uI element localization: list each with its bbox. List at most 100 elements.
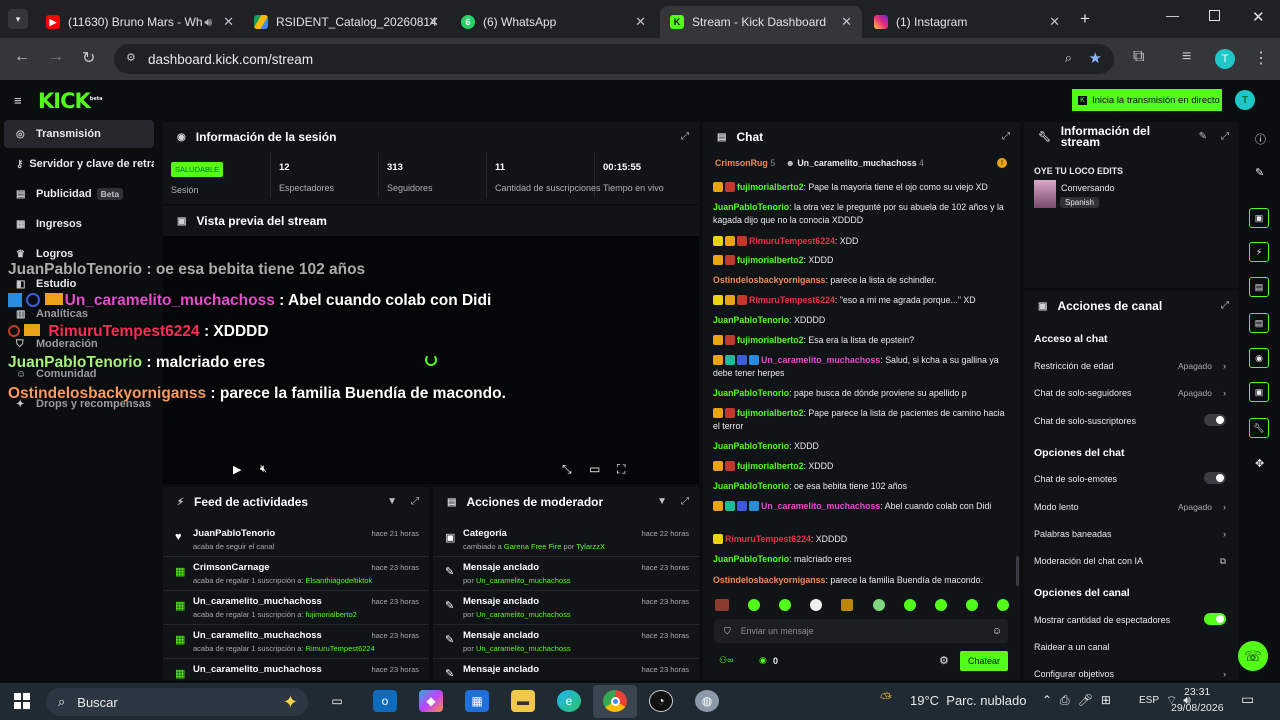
file-explorer-icon[interactable]: ▬ bbox=[511, 690, 535, 712]
close-tab-icon[interactable]: ✕ bbox=[635, 14, 646, 30]
rail-channel-icon[interactable]: ▣ bbox=[1249, 382, 1269, 402]
filter-icon[interactable]: ▼ bbox=[657, 496, 667, 507]
tab-drive[interactable]: RSIDENT_Catalog_20260814 ✕ bbox=[244, 6, 449, 38]
windows-start-icon[interactable] bbox=[14, 693, 30, 709]
play-icon[interactable]: ▶ bbox=[233, 463, 241, 476]
help-button[interactable]: ☏ bbox=[1238, 641, 1268, 671]
outlook-icon[interactable]: o bbox=[373, 690, 397, 712]
banned-words-row[interactable]: Palabras baneadas › bbox=[1034, 529, 1228, 539]
copilot-icon[interactable]: ◆ bbox=[419, 690, 443, 712]
users-icon[interactable]: ⚇∞ bbox=[719, 655, 733, 666]
emote-icon[interactable] bbox=[965, 599, 978, 611]
chat-username[interactable]: fujimorialberto2 bbox=[737, 182, 803, 192]
chat-username[interactable]: RimuruTempest6224 bbox=[725, 534, 811, 544]
rail-wrench-icon[interactable]: 🔧︎ bbox=[1249, 418, 1269, 438]
clock-date[interactable]: 29/08/2026 bbox=[1171, 702, 1224, 714]
fullscreen-icon[interactable]: ⛶ bbox=[617, 462, 625, 477]
menu-icon[interactable]: ⋮ bbox=[1253, 48, 1269, 68]
extensions-icon[interactable]: ⧉ bbox=[1133, 48, 1144, 66]
task-view-icon[interactable]: ▭ bbox=[325, 690, 349, 712]
close-tab-icon[interactable]: ✕ bbox=[1049, 14, 1060, 30]
warning-icon[interactable]: ! bbox=[997, 158, 1007, 168]
expand-icon[interactable]: ⤢ bbox=[1221, 300, 1229, 311]
edit-icon[interactable]: ✎ bbox=[1255, 166, 1264, 179]
sidebar-item-servidor[interactable]: ⚷Servidor y clave de retransmisión bbox=[4, 150, 154, 178]
tab-instagram[interactable]: (1) Instagram ✕ bbox=[864, 6, 1070, 38]
maximize-button[interactable] bbox=[1209, 10, 1220, 21]
chat-settings-icon[interactable]: ⚙ bbox=[939, 654, 949, 667]
weather-text[interactable]: 19°C Parc. nublado bbox=[910, 693, 1027, 708]
theater-icon[interactable]: ▭ bbox=[589, 462, 600, 476]
expand-icon[interactable]: ⤢ bbox=[1221, 131, 1229, 142]
followers-only-row[interactable]: Chat de solo-seguidores Apagado › bbox=[1034, 388, 1228, 398]
close-tab-icon[interactable]: ✕ bbox=[841, 14, 852, 30]
points-icon[interactable]: ◉ bbox=[759, 655, 767, 666]
rail-activity-icon[interactable]: ⚡︎ bbox=[1249, 242, 1269, 262]
emote-icon[interactable] bbox=[715, 599, 729, 611]
emote-icon[interactable] bbox=[903, 599, 916, 611]
app-icon[interactable]: ◍ bbox=[695, 690, 719, 712]
expand-icon[interactable]: ⤢ bbox=[1002, 131, 1010, 142]
store-icon[interactable]: ▦ bbox=[465, 690, 489, 712]
emote-icon[interactable] bbox=[934, 599, 947, 611]
chrome-icon[interactable] bbox=[603, 690, 627, 712]
notifications-icon[interactable]: ▭ bbox=[1241, 691, 1254, 708]
emote-icon[interactable] bbox=[779, 599, 792, 611]
goals-row[interactable]: Configurar objetivos › bbox=[1034, 669, 1228, 679]
site-info-icon[interactable]: ⚙ bbox=[126, 51, 136, 64]
chat-username[interactable]: JuanPabloTenorio bbox=[713, 315, 789, 325]
emote-only-toggle[interactable] bbox=[1204, 472, 1226, 484]
expand-icon[interactable]: ⤢ bbox=[681, 131, 689, 142]
raid-row[interactable]: Raidear a un canal bbox=[1034, 642, 1228, 652]
new-tab-button[interactable]: + bbox=[1080, 9, 1090, 29]
go-live-button[interactable]: K Inicia la transmisión en directo bbox=[1072, 89, 1222, 111]
age-restriction-row[interactable]: Restricción de edad Apagado › bbox=[1034, 361, 1228, 371]
slow-mode-row[interactable]: Modo lento Apagado › bbox=[1034, 502, 1228, 512]
chat-username[interactable]: JuanPabloTenorio bbox=[713, 554, 789, 564]
chat-username[interactable]: Un_caramelito_muchachoss bbox=[761, 501, 880, 511]
bookmark-star-icon[interactable]: ★ bbox=[1089, 49, 1102, 67]
language-indicator[interactable]: ESP bbox=[1139, 695, 1159, 706]
filter-icon[interactable]: ▼ bbox=[387, 496, 397, 507]
chat-input[interactable]: ⛉ Enviar un mensaje ☺ bbox=[714, 619, 1008, 643]
rail-chat-icon[interactable]: ▤ bbox=[1249, 313, 1269, 333]
info-icon[interactable]: ⓘ bbox=[1255, 131, 1266, 147]
profile-avatar[interactable]: T bbox=[1215, 49, 1235, 69]
obs-icon[interactable]: ◔ bbox=[649, 690, 673, 712]
clip-icon[interactable]: ⤡ bbox=[562, 462, 572, 477]
expand-icon[interactable]: ⤢ bbox=[411, 496, 419, 507]
hamburger-icon[interactable]: ≡ bbox=[14, 93, 22, 108]
close-window-button[interactable]: ✕ bbox=[1252, 8, 1265, 26]
emote-icon[interactable] bbox=[810, 599, 823, 611]
expand-icon[interactable]: ⤢ bbox=[681, 496, 689, 507]
chat-username[interactable]: Ostindelosbackyorniganss bbox=[713, 275, 825, 285]
chat-username[interactable]: RimuruTempest6224 bbox=[749, 295, 835, 305]
tray-icons[interactable]: ⌃⎙🎤︎⊞ bbox=[1042, 693, 1119, 708]
reload-icon[interactable]: ↻ bbox=[82, 48, 95, 68]
tab-search-button[interactable]: ▾ bbox=[8, 9, 28, 29]
chat-send-button[interactable]: Chatear bbox=[960, 651, 1008, 671]
sidebar-item-transmision[interactable]: ◎ Transmisión bbox=[4, 120, 154, 148]
zoom-icon[interactable]: ⌕ bbox=[1065, 50, 1072, 66]
emote-icon[interactable] bbox=[748, 599, 761, 611]
kick-logo[interactable]: KICKbeta bbox=[38, 89, 103, 113]
chat-username[interactable]: JuanPabloTenorio bbox=[713, 441, 789, 451]
emote-icon[interactable] bbox=[841, 599, 854, 611]
ai-moderation-row[interactable]: Moderación del chat con IA ⧉ bbox=[1034, 556, 1228, 566]
clock-time[interactable]: 23:31 bbox=[1184, 686, 1210, 698]
subs-only-toggle[interactable] bbox=[1204, 414, 1226, 426]
mute-icon[interactable]: 🔇︎ bbox=[260, 463, 267, 476]
chat-username[interactable]: JuanPabloTenorio bbox=[713, 388, 789, 398]
taskbar-search[interactable]: ⌕ Buscar ✦ bbox=[46, 688, 308, 716]
back-icon[interactable]: ← bbox=[14, 48, 30, 66]
close-tab-icon[interactable]: ✕ bbox=[428, 14, 439, 30]
apps-icon[interactable]: ✥ bbox=[1255, 457, 1264, 470]
rail-mod-icon[interactable]: ▤ bbox=[1249, 277, 1269, 297]
media-control-icon[interactable]: ≡ bbox=[1182, 48, 1191, 66]
address-bar[interactable]: ⚙ dashboard.kick.com/stream ⌕ ★ bbox=[114, 44, 1114, 74]
chat-username[interactable]: RimuruTempest6224 bbox=[749, 236, 835, 246]
chat-username[interactable]: JuanPabloTenorio bbox=[713, 202, 789, 212]
tab-youtube[interactable]: ▶ (11630) Bruno Mars - Wh 🔊︎ ✕ bbox=[36, 6, 244, 38]
chat-username[interactable]: fujimorialberto2 bbox=[737, 461, 803, 471]
edit-icon[interactable]: ✎ bbox=[1199, 131, 1207, 142]
